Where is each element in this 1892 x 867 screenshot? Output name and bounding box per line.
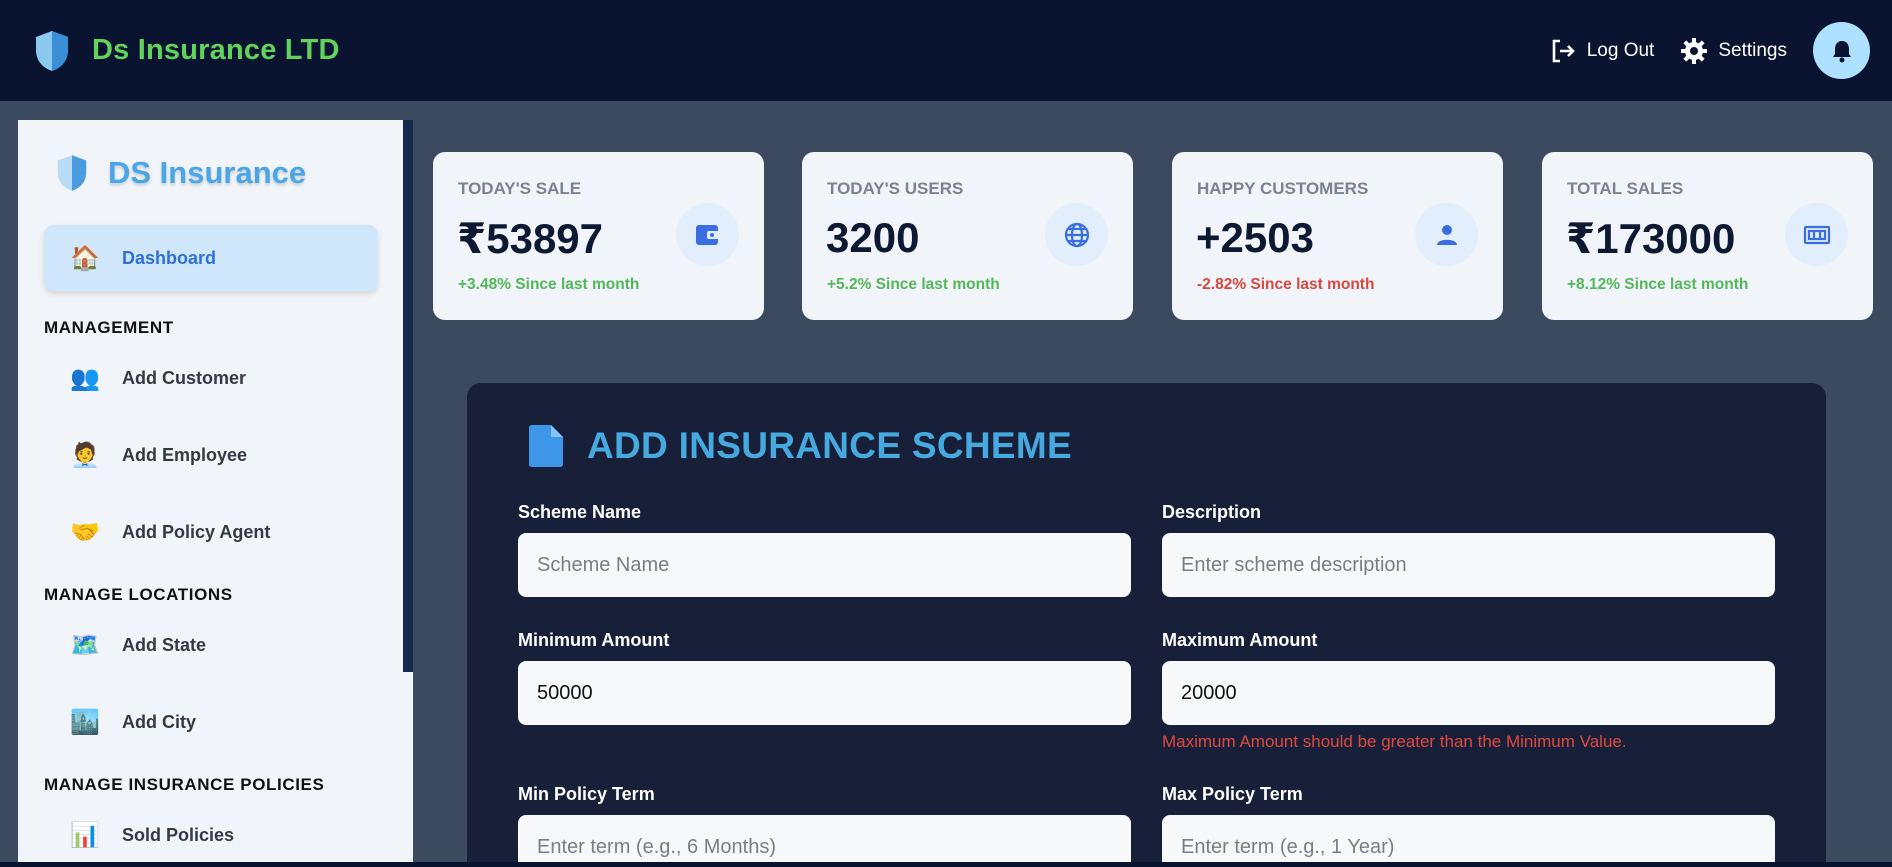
map-icon: 🗺️	[70, 632, 100, 659]
employee-icon: 🧑‍💼	[70, 442, 100, 469]
maximum-amount-error: Maximum Amount should be greater than th…	[1162, 732, 1627, 751]
bell-icon	[1832, 40, 1851, 62]
stat-card-happy-customers: HAPPY CUSTOMERS +2503 -2.82% Since last …	[1172, 152, 1503, 320]
sidebar-item-add-customer[interactable]: 👥 Add Customer	[18, 340, 413, 417]
stat-card-value: 3200	[826, 214, 920, 261]
sidebar-brand[interactable]: DS Insurance	[56, 154, 413, 192]
stat-card-todays-users: TODAY'S USERS 3200 +5.2% Since last mont…	[802, 152, 1133, 320]
description-input[interactable]	[1162, 533, 1775, 597]
sidebar-item-label: Dashboard	[122, 247, 217, 268]
sidebar-item-add-city[interactable]: 🏙️ Add City	[18, 684, 413, 761]
stat-card-change: -2.82% Since last month	[1197, 276, 1375, 293]
stat-card-change: +8.12% Since last month	[1567, 276, 1749, 293]
logout-icon	[1552, 39, 1575, 62]
logout-label: Log Out	[1586, 39, 1655, 61]
brand[interactable]: Ds Insurance LTD	[34, 30, 340, 72]
stat-card-title: TOTAL SALES	[1567, 179, 1684, 198]
bottom-edge	[0, 862, 1892, 867]
shield-icon	[36, 30, 68, 71]
maximum-amount-label: Maximum Amount	[1162, 630, 1318, 650]
stat-card-change: +3.48% Since last month	[458, 276, 640, 293]
sidebar-item-add-policy-agent[interactable]: 🤝 Add Policy Agent	[18, 494, 413, 571]
max-policy-term-label: Max Policy Term	[1162, 784, 1303, 804]
minimum-amount-label: Minimum Amount	[518, 630, 670, 650]
logout-button[interactable]: Log Out	[1549, 37, 1655, 65]
sidebar-item-sold-policies[interactable]: 📊 Sold Policies	[18, 797, 413, 867]
person-icon	[1415, 203, 1478, 266]
section-title-manage-locations: MANAGE LOCATIONS	[44, 585, 233, 604]
chart-icon: 📊	[70, 822, 100, 849]
gear-icon	[1681, 37, 1708, 64]
maximum-amount-input[interactable]	[1162, 661, 1775, 725]
shield-icon	[57, 155, 87, 191]
stat-card-change: +5.2% Since last month	[827, 276, 1000, 293]
section-title-management: MANAGEMENT	[44, 318, 174, 337]
stat-card-value: +2503	[1196, 214, 1314, 261]
stat-card-title: TODAY'S USERS	[827, 179, 964, 198]
min-policy-term-input[interactable]	[518, 815, 1131, 867]
add-scheme-form: ADD INSURANCE SCHEME Scheme Name Descrip…	[467, 383, 1826, 867]
sidebar-item-label: Add Employee	[122, 445, 248, 465]
stat-card-todays-sale: TODAY'S SALE ₹53897 +3.48% Since last mo…	[433, 152, 764, 320]
sidebar-item-label: Add Customer	[122, 368, 247, 388]
stat-card-value: ₹173000	[1566, 215, 1736, 262]
sidebar-scrollbar[interactable]	[403, 120, 413, 672]
wallet-icon	[676, 203, 739, 266]
document-icon	[529, 425, 563, 467]
form-header: ADD INSURANCE SCHEME	[529, 425, 1072, 467]
globe-icon	[1045, 203, 1108, 266]
scheme-name-input[interactable]	[518, 533, 1131, 597]
minimum-amount-input[interactable]	[518, 661, 1131, 725]
settings-button[interactable]: Settings	[1680, 37, 1787, 65]
section-title-manage-insurance-policies: MANAGE INSURANCE POLICIES	[44, 775, 325, 794]
money-icon	[1785, 203, 1848, 266]
sidebar: DS Insurance 🏠 Dashboard MANAGEMENT 👥 Ad…	[18, 120, 413, 867]
sidebar-item-label: Add City	[122, 712, 196, 732]
sidebar-item-dashboard[interactable]: 🏠 Dashboard	[44, 225, 378, 291]
top-navbar: Ds Insurance LTD Log Out Settings	[0, 0, 1892, 101]
home-icon: 🏠	[70, 244, 100, 272]
users-icon: 👥	[70, 365, 100, 392]
stat-card-title: HAPPY CUSTOMERS	[1197, 179, 1369, 198]
notifications-button[interactable]	[1813, 22, 1870, 79]
settings-label: Settings	[1718, 39, 1787, 61]
form-title: ADD INSURANCE SCHEME	[587, 425, 1072, 466]
min-policy-term-label: Min Policy Term	[518, 784, 655, 804]
brand-title: Ds Insurance LTD	[92, 34, 340, 66]
sidebar-item-label: Sold Policies	[122, 825, 235, 845]
sidebar-item-add-state[interactable]: 🗺️ Add State	[18, 607, 413, 684]
sidebar-brand-title: DS Insurance	[108, 155, 307, 190]
handshake-icon: 🤝	[70, 519, 100, 546]
max-policy-term-input[interactable]	[1162, 815, 1775, 867]
description-label: Description	[1162, 502, 1262, 522]
sidebar-item-add-employee[interactable]: 🧑‍💼 Add Employee	[18, 417, 413, 494]
sidebar-item-label: Add Policy Agent	[122, 522, 271, 542]
stat-card-title: TODAY'S SALE	[458, 179, 582, 198]
sidebar-item-label: Add State	[122, 635, 207, 655]
stat-card-total-sales: TOTAL SALES ₹173000 +8.12% Since last mo…	[1542, 152, 1873, 320]
city-icon: 🏙️	[70, 709, 100, 736]
stat-card-value: ₹53897	[457, 215, 604, 262]
scheme-name-label: Scheme Name	[518, 502, 642, 522]
